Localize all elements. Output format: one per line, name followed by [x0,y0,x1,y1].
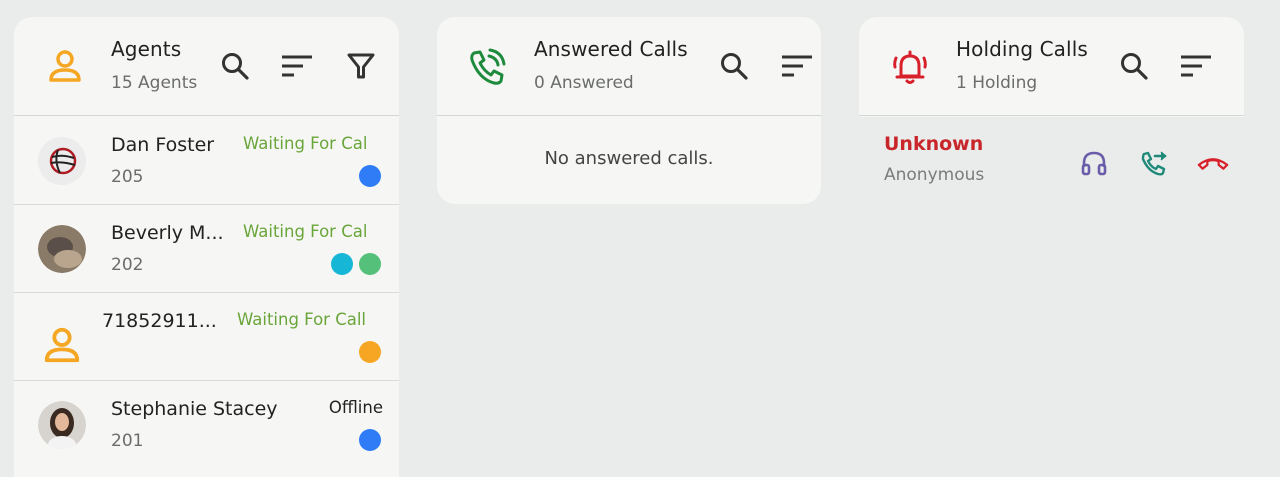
phone-forward-icon[interactable] [1138,147,1170,179]
alarm-bell-icon [888,44,932,88]
search-icon[interactable] [717,49,751,83]
sort-icon[interactable] [780,49,814,83]
agents-header: Agents 15 Agents [14,17,399,116]
status-dot [331,253,353,275]
agent-extension: 201 [111,431,144,451]
phone-in-talk-icon [466,44,510,88]
avatar [38,137,86,185]
agent-row[interactable]: Stephanie Stacey 201 Offline [14,381,399,469]
avatar [38,401,86,449]
holding-header: Holding Calls 1 Holding [859,17,1244,116]
empty-state-message: No answered calls. [544,148,714,169]
sort-icon[interactable] [1179,49,1213,83]
filter-icon[interactable] [344,49,378,83]
person-icon [43,44,87,88]
hang-up-icon[interactable] [1197,147,1229,179]
answered-count: 0 Answered [534,73,634,93]
status-dot [359,165,381,187]
answered-header: Answered Calls 0 Answered [437,17,821,116]
agent-name: 71852911... [102,310,217,332]
status-dot [359,253,381,275]
holding-calls-panel: Holding Calls 1 Holding [859,17,1244,117]
agent-status: Offline [328,398,383,417]
agent-name: Stephanie Stacey [111,398,278,420]
sort-icon[interactable] [280,49,314,83]
caller-name: Unknown [884,133,984,155]
avatar [38,225,86,273]
agent-name: Beverly M... [111,222,224,244]
search-icon[interactable] [1117,49,1151,83]
agent-row[interactable]: Beverly M... 202 Waiting For Cal [14,205,399,293]
answered-title: Answered Calls [534,37,688,61]
agents-panel: Agents 15 Agents Dan Foster 205 Waiting … [14,17,399,477]
agent-extension: 202 [111,255,144,275]
person-icon [38,321,86,369]
agents-count: 15 Agents [111,73,198,93]
answered-calls-panel: Answered Calls 0 Answered No answered ca… [437,17,821,204]
agents-title: Agents [111,37,182,61]
agent-status: Waiting For Call [237,310,367,329]
agent-extension: 205 [111,167,144,187]
agent-row[interactable]: 71852911... Waiting For Call [14,293,399,381]
search-icon[interactable] [218,49,252,83]
agent-status: Waiting For Cal [243,222,368,241]
agent-status: Waiting For Cal [243,134,368,153]
status-dot [359,429,381,451]
agent-name: Dan Foster [111,134,215,156]
agent-row[interactable]: Dan Foster 205 Waiting For Cal [14,117,399,205]
caller-number: Anonymous [884,165,985,185]
holding-count: 1 Holding [956,73,1038,93]
holding-title: Holding Calls [956,37,1088,61]
status-dot [359,341,381,363]
holding-call-row[interactable]: Unknown Anonymous [859,117,1244,197]
headset-icon[interactable] [1078,147,1110,179]
